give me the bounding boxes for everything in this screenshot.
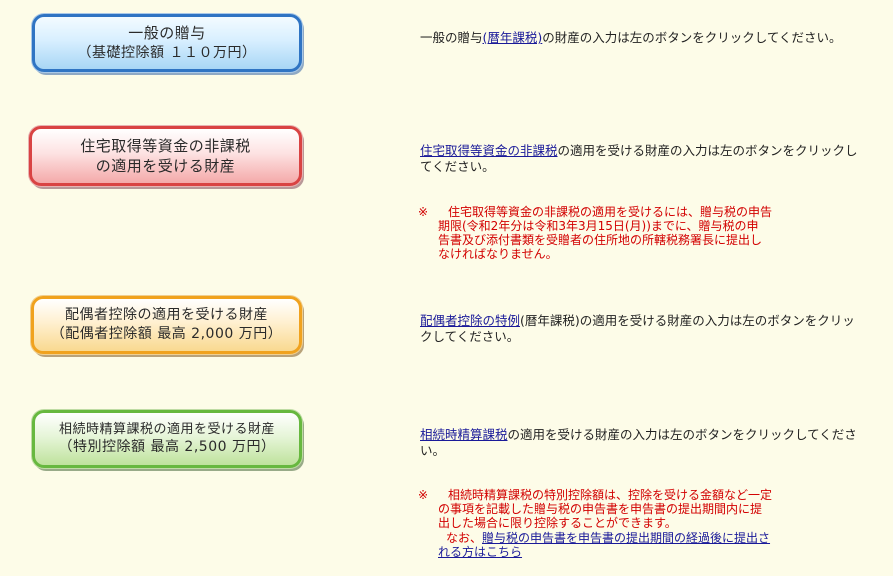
warning-mark: ※	[418, 205, 429, 219]
housing-funds-link[interactable]: 住宅取得等資金の非課税	[420, 143, 558, 158]
late-filing-note-cont: れる方はこちら	[418, 545, 838, 559]
spouse-deduction-button-subtitle: （配偶者控除額 最高 2,000 万円）	[50, 326, 283, 342]
spouse-deduction-button-title: 配偶者控除の適用を受ける財産	[65, 307, 268, 324]
housing-warning-line4: なければなりません。	[438, 247, 558, 261]
general-gift-desc-prefix: 一般の贈与	[420, 30, 483, 45]
housing-warning-line2: 期限(令和2年分は令和3年3月15日(月))までに、贈与税の申	[438, 219, 759, 233]
housing-funds-button-title: 住宅取得等資金の非課税	[80, 136, 251, 155]
general-gift-description: 一般の贈与(暦年課税)の財産の入力は左のボタンをクリックしてください。	[420, 30, 860, 46]
inheritance-settlement-button-subtitle: （特別控除額 最高 2,500 万円）	[58, 439, 276, 456]
inheritance-settlement-warning: ※ 相続時精算課税の特別控除額は、控除を受ける金額など一定 の事項を記載した贈与税…	[418, 488, 838, 559]
inheritance-warning-line1: 相続時精算課税の特別控除額は、控除を受ける金額など一定	[448, 488, 773, 502]
spouse-deduction-link[interactable]: 配偶者控除の特例	[420, 313, 520, 328]
inheritance-settlement-link[interactable]: 相続時精算課税	[420, 427, 508, 442]
general-gift-desc-suffix: の財産の入力は左のボタンをクリックしてください。	[542, 30, 842, 45]
housing-warning-line1: 住宅取得等資金の非課税の適用を受けるには、贈与税の申告	[448, 205, 773, 219]
inheritance-warning-line3: 出した場合に限り控除することができます。	[438, 516, 677, 530]
housing-funds-warning: ※ 住宅取得等資金の非課税の適用を受けるには、贈与税の申告 期限(令和2年分は令和…	[418, 205, 838, 261]
housing-funds-button-subtitle: の適用を受ける財産	[95, 157, 236, 175]
general-gift-button-subtitle: （基礎控除額 １１０万円）	[77, 44, 257, 61]
late-filing-link-cont[interactable]: れる方はこちら	[438, 545, 522, 559]
general-gift-button-title: 一般の贈与	[128, 24, 206, 43]
late-filing-link[interactable]: 贈与税の申告書を申告書の提出期間の経過後に提出さ	[482, 531, 770, 545]
calendar-year-taxation-link[interactable]: (暦年課税)	[483, 30, 543, 45]
inheritance-warning-line2: の事項を記載した贈与税の申告書を申告書の提出期間内に提	[438, 502, 763, 516]
inheritance-settlement-description: 相続時精算課税の適用を受ける財産の入力は左のボタンをクリックしてください。	[420, 427, 860, 459]
late-filing-note: なお、贈与税の申告書を申告書の提出期間の経過後に提出さ	[418, 531, 838, 545]
inheritance-settlement-button-title: 相続時精算課税の適用を受ける財産	[58, 421, 275, 437]
spouse-deduction-description: 配偶者控除の特例(暦年課税)の適用を受ける財産の入力は左のボタンをクリックしてく…	[420, 313, 860, 345]
housing-funds-description: 住宅取得等資金の非課税の適用を受ける財産の入力は左のボタンをクリックしてください…	[420, 143, 860, 175]
housing-warning-line3: 告書及び添付書類を受贈者の住所地の所轄税務署長に提出し	[438, 233, 763, 247]
warning-mark: ※	[418, 488, 429, 502]
housing-funds-button[interactable]: 住宅取得等資金の非課税 の適用を受ける財産	[29, 126, 302, 186]
inheritance-settlement-button[interactable]: 相続時精算課税の適用を受ける財産 （特別控除額 最高 2,500 万円）	[32, 410, 302, 468]
late-filing-note-prefix: なお、	[446, 531, 483, 545]
spouse-deduction-button[interactable]: 配偶者控除の適用を受ける財産 （配偶者控除額 最高 2,000 万円）	[31, 296, 302, 354]
general-gift-button[interactable]: 一般の贈与 （基礎控除額 １１０万円）	[32, 14, 302, 72]
